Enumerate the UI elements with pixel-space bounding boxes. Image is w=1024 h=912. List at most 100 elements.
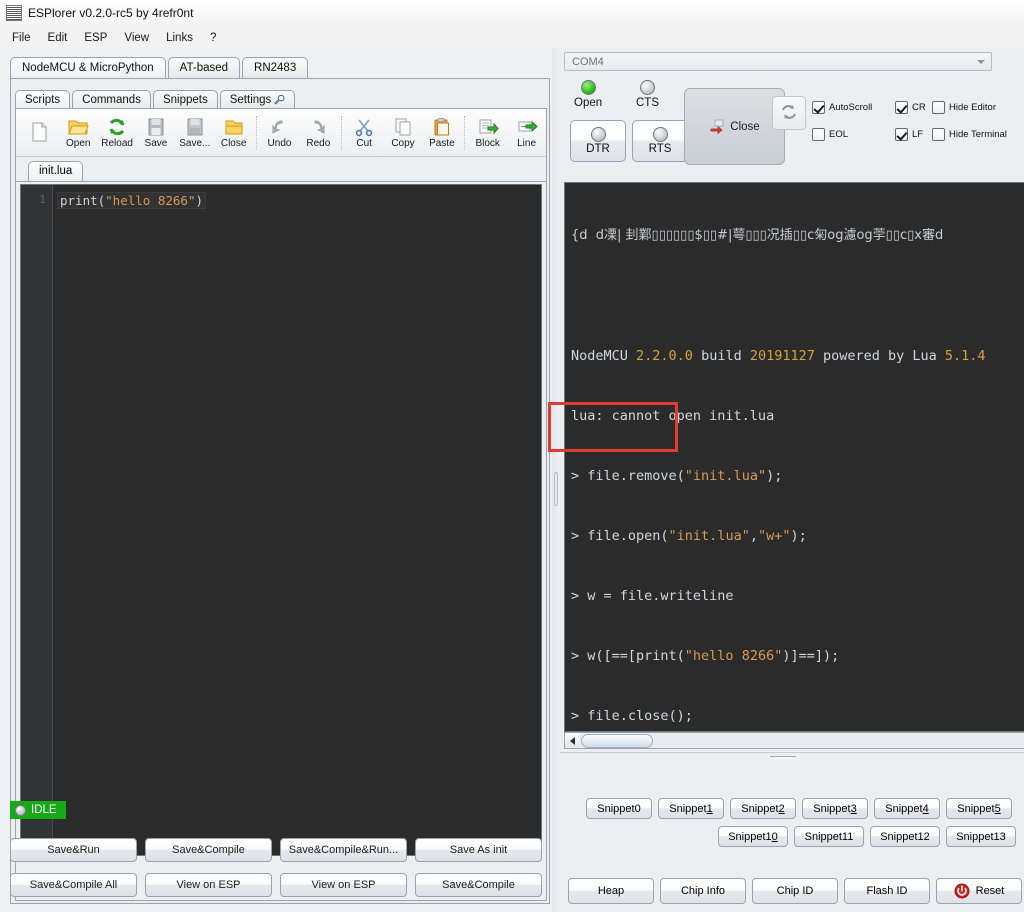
snippet-button-11[interactable]: Snippet11: [794, 826, 864, 847]
tab-commands[interactable]: Commands: [72, 90, 151, 109]
status-led-icon: [590, 127, 606, 142]
close-connection-label: Close: [730, 120, 760, 133]
undo-button[interactable]: Undo: [260, 111, 299, 155]
menu-links[interactable]: Links: [164, 31, 195, 45]
status-badge: IDLE: [10, 801, 66, 819]
save-as-icon: [184, 116, 206, 138]
disconnect-icon: [709, 118, 727, 136]
menu-esp[interactable]: ESP: [82, 31, 109, 45]
rts-button[interactable]: RTS: [632, 120, 688, 162]
hide-editor-checkbox[interactable]: Hide Editor: [932, 101, 996, 114]
snippet-button-5[interactable]: Snippet 5: [946, 798, 1012, 819]
serial-terminal[interactable]: {d d凓| 刲鄴▯▯▯▯▯▯$▯▯#|萼▯▯▯况插▯▯c匊og濾og荢▯▯c▯…: [564, 182, 1024, 732]
cr-checkbox[interactable]: CR: [895, 101, 926, 114]
save-compile-all-button[interactable]: Save&Compile All: [10, 873, 137, 897]
checkbox-box[interactable]: [895, 101, 908, 114]
heap-button[interactable]: Heap: [568, 878, 654, 904]
flash-id-button[interactable]: Flash ID: [844, 878, 930, 904]
save-compile-run-button[interactable]: Save&Compile&Run...: [280, 838, 407, 862]
reload-button[interactable]: Reload: [98, 111, 137, 155]
menu-bar: File Edit ESP View Links ?: [0, 28, 1024, 48]
serial-port-select[interactable]: COM4: [564, 52, 992, 71]
checkbox-box[interactable]: [812, 128, 825, 141]
new-file-button[interactable]: [20, 111, 59, 155]
checkbox-box[interactable]: [932, 101, 945, 114]
file-tab-init-lua[interactable]: init.lua: [28, 161, 84, 181]
close-file-button[interactable]: Close: [214, 111, 253, 155]
close-connection-button[interactable]: Close: [684, 88, 785, 165]
tab-rn2483[interactable]: RN2483: [242, 57, 309, 78]
save-as-init-button[interactable]: Save As init: [415, 838, 542, 862]
terminal-line-banner: NodeMCU 2.2.0.0 build 20191127 powered b…: [571, 348, 986, 364]
pane-splitter[interactable]: [552, 48, 560, 912]
tab-snippets[interactable]: Snippets: [152, 90, 218, 109]
save-button[interactable]: Save: [137, 111, 176, 155]
checkbox-box[interactable]: [932, 128, 945, 141]
open-button[interactable]: Open: [59, 111, 98, 155]
cts-led-indicator: CTS: [636, 80, 659, 109]
save-and-compile-button[interactable]: Save&Compile: [145, 838, 272, 862]
menu-help[interactable]: ?: [208, 31, 218, 45]
checkbox-box[interactable]: [812, 101, 825, 114]
eol-label: EOL: [829, 129, 849, 140]
code-editor[interactable]: 1 print("hello 8266"): [20, 184, 542, 856]
snippet-panel: Snippet0 Snippet 1 Snippet 2 Snippet 3 Snip…: [560, 752, 1024, 848]
tab-settings[interactable]: Settings: [219, 90, 296, 109]
save-and-run-button[interactable]: Save&Run: [10, 838, 137, 862]
menu-edit[interactable]: Edit: [46, 31, 70, 45]
code-area[interactable]: print("hello 8266"): [53, 185, 541, 855]
chip-id-button[interactable]: Chip ID: [752, 878, 838, 904]
view-on-esp-button-2[interactable]: View on ESP: [280, 873, 407, 897]
snippet-button-4[interactable]: Snippet 4: [874, 798, 940, 819]
splitter-grip[interactable]: [554, 472, 558, 506]
dtr-label: DTR: [586, 143, 610, 155]
terminal-line-cmd-close: > file.close();: [571, 708, 693, 724]
send-line-button[interactable]: Line: [507, 111, 546, 155]
autoscroll-checkbox[interactable]: AutoScroll: [812, 101, 872, 114]
save-disk-icon: [145, 116, 167, 138]
refresh-ports-button[interactable]: [772, 96, 806, 130]
view-on-esp-button-1[interactable]: View on ESP: [145, 873, 272, 897]
dtr-button[interactable]: DTR: [570, 120, 626, 162]
eol-checkbox[interactable]: EOL: [812, 128, 848, 141]
reset-label: Reset: [975, 885, 1005, 897]
paste-button[interactable]: Paste: [422, 111, 461, 155]
status-label: IDLE: [31, 804, 57, 816]
snippet-button-2[interactable]: Snippet 2: [730, 798, 796, 819]
scroll-left-arrow-icon[interactable]: [565, 733, 580, 748]
menu-file[interactable]: File: [10, 31, 33, 45]
reset-button[interactable]: Reset: [936, 878, 1022, 904]
open-led-label: Open: [574, 97, 603, 109]
chevron-down-icon[interactable]: [977, 60, 985, 64]
chip-info-button[interactable]: Chip Info: [660, 878, 746, 904]
save-as-button[interactable]: Save...: [175, 111, 214, 155]
command-panel: Heap Chip Info Chip ID Flash ID Reset =n…: [560, 866, 1024, 912]
redo-label: Redo: [306, 138, 331, 149]
redo-button[interactable]: Redo: [299, 111, 338, 155]
snippet-panel-grip[interactable]: [770, 756, 796, 759]
close-folder-icon: [223, 116, 245, 138]
hide-terminal-checkbox[interactable]: Hide Terminal: [932, 128, 1007, 141]
cut-button[interactable]: Cut: [345, 111, 384, 155]
snippet-button-10[interactable]: Snippet1 0: [718, 826, 788, 847]
tab-nodemcu-micropython[interactable]: NodeMCU & MicroPython: [10, 57, 166, 79]
reload-icon: [106, 116, 128, 138]
snippet-button-12[interactable]: Snippet12: [870, 826, 940, 847]
copy-button[interactable]: Copy: [384, 111, 423, 155]
tab-at-based[interactable]: AT-based: [167, 57, 241, 78]
scrollbar-thumb[interactable]: [581, 733, 653, 748]
save-and-compile-button-2[interactable]: Save&Compile: [415, 873, 542, 897]
snippet-button-0[interactable]: Snippet0: [586, 798, 652, 819]
checkbox-box[interactable]: [895, 128, 908, 141]
send-block-button[interactable]: Block: [468, 111, 507, 155]
serial-port-value: COM4: [572, 55, 604, 68]
snippet-button-13[interactable]: Snippet13: [946, 826, 1016, 847]
tab-scripts[interactable]: Scripts: [15, 90, 71, 110]
menu-view[interactable]: View: [122, 31, 151, 45]
lf-checkbox[interactable]: LF: [895, 128, 923, 141]
status-led-icon: [640, 80, 655, 95]
snippet-button-3[interactable]: Snippet 3: [802, 798, 868, 819]
terminal-horizontal-scrollbar[interactable]: [564, 732, 1024, 749]
tab-settings-label: Settings: [229, 94, 272, 106]
snippet-button-1[interactable]: Snippet 1: [658, 798, 724, 819]
